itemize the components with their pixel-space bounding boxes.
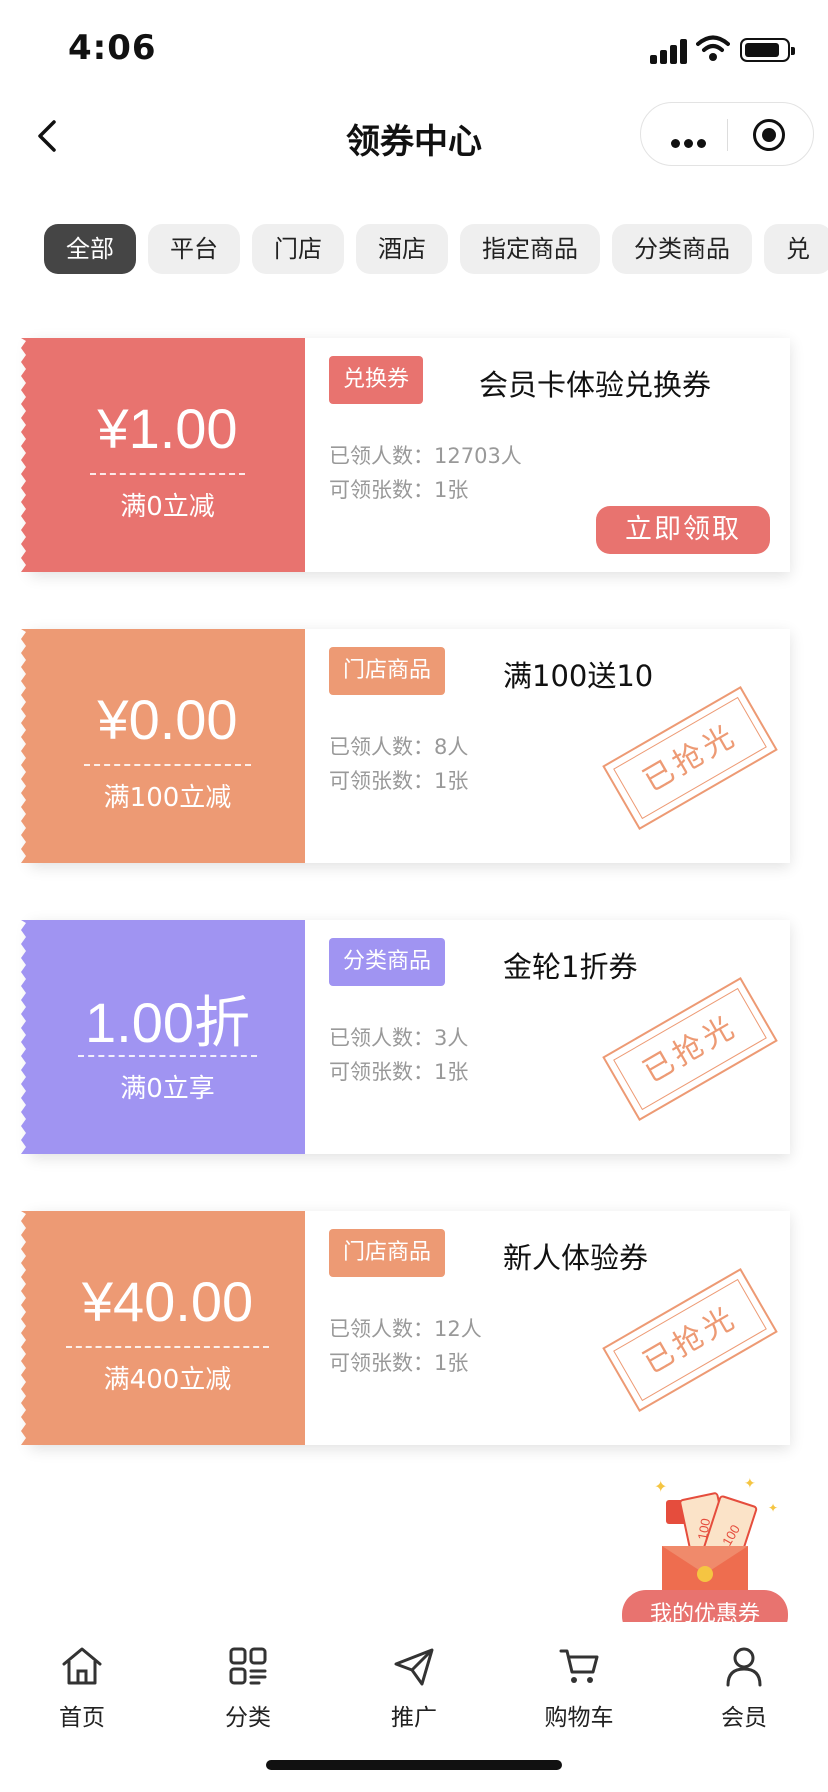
capsule-divider xyxy=(727,119,728,151)
tab-store[interactable]: 门店 xyxy=(252,224,344,274)
coupon-amount: ¥1.00 xyxy=(97,397,238,460)
coupon-info-panel: 分类商品 金轮1折券 已领人数：3人 可领张数：1张 已抢光 xyxy=(305,920,790,1154)
sold-out-stamp: 已抢光 xyxy=(602,976,778,1122)
home-icon xyxy=(62,1647,102,1685)
nav-label: 购物车 xyxy=(544,1705,614,1731)
coupon-amount: ¥40.00 xyxy=(81,1270,254,1333)
svg-text:✦: ✦ xyxy=(654,1477,667,1496)
nav-promote[interactable]: 推广 xyxy=(359,1644,469,1732)
coupon-name: 满100送10 xyxy=(503,659,654,693)
coupon-card: 1.00折 满0立享 分类商品 金轮1折券 已领人数：3人 可领张数：1张 已抢… xyxy=(21,920,790,1154)
red-envelope-icon: ✦ ✦ ✦ 100 100 xyxy=(654,1476,778,1598)
svg-text:✦: ✦ xyxy=(768,1501,778,1515)
nav-label: 首页 xyxy=(59,1705,105,1731)
claim-limit: 可领张数：1张 xyxy=(329,1060,469,1084)
cart-icon xyxy=(559,1649,599,1683)
nav-member[interactable]: 会员 xyxy=(689,1644,799,1732)
status-bar: 4:06 xyxy=(0,0,828,96)
coupon-value-panel: ¥1.00 满0立减 xyxy=(21,338,305,572)
home-indicator xyxy=(266,1760,562,1770)
paper-plane-icon xyxy=(394,1648,434,1686)
coupon-condition: 满0立减 xyxy=(120,492,215,522)
status-time: 4:06 xyxy=(68,28,157,68)
nav-label: 分类 xyxy=(225,1705,271,1731)
user-icon xyxy=(726,1647,762,1687)
coupon-condition: 满100立减 xyxy=(103,783,232,813)
my-coupons-fab[interactable]: ✦ ✦ ✦ 100 100 我的优惠券 xyxy=(620,1470,790,1640)
dashed-divider xyxy=(78,1055,257,1057)
tab-category-goods[interactable]: 分类商品 xyxy=(612,224,752,274)
coupon-info-panel: 兑换券 会员卡体验兑换券 已领人数：12703人 可领张数：1张 立即领取 xyxy=(305,338,790,572)
miniprogram-capsule xyxy=(640,102,814,166)
tab-all[interactable]: 全部 xyxy=(44,224,136,274)
coupon-condition: 满400立减 xyxy=(103,1365,232,1395)
coupon-amount: ¥0.00 xyxy=(97,688,238,751)
battery-icon xyxy=(740,38,795,62)
tab-exchange[interactable]: 兑 xyxy=(764,224,828,274)
nav-label: 会员 xyxy=(721,1705,767,1731)
coupon-card: ¥0.00 满100立减 门店商品 满100送10 已领人数：8人 可领张数：1… xyxy=(21,629,790,863)
category-icon xyxy=(229,1647,267,1685)
nav-home[interactable]: 首页 xyxy=(27,1644,137,1732)
coupon-info-panel: 门店商品 满100送10 已领人数：8人 可领张数：1张 已抢光 xyxy=(305,629,790,863)
signal-icon xyxy=(650,38,692,64)
coupon-value-panel: ¥40.00 满400立减 xyxy=(21,1211,305,1445)
tab-hotel[interactable]: 酒店 xyxy=(356,224,448,274)
nav-label: 推广 xyxy=(391,1705,437,1731)
coupon-card: ¥1.00 满0立减 兑换券 会员卡体验兑换券 已领人数：12703人 可领张数… xyxy=(21,338,790,572)
coupon-type-tag: 分类商品 xyxy=(329,938,446,986)
received-count: 已领人数：8人 xyxy=(329,735,469,759)
coupon-value-panel: ¥0.00 满100立减 xyxy=(21,629,305,863)
close-target-icon[interactable] xyxy=(753,119,785,151)
dashed-divider xyxy=(84,764,251,766)
dashed-divider xyxy=(66,1346,269,1348)
coupon-info-panel: 门店商品 新人体验券 已领人数：12人 可领张数：1张 已抢光 xyxy=(305,1211,790,1445)
wifi-icon xyxy=(696,35,730,61)
coupon-type-tag: 兑换券 xyxy=(329,356,424,404)
nav-cart[interactable]: 购物车 xyxy=(524,1644,634,1732)
nav-category[interactable]: 分类 xyxy=(193,1644,303,1732)
tab-specified-goods[interactable]: 指定商品 xyxy=(460,224,600,274)
received-count: 已领人数：12703人 xyxy=(329,444,522,468)
claim-limit: 可领张数：1张 xyxy=(329,1351,469,1375)
more-dots-icon[interactable] xyxy=(671,133,710,152)
received-count: 已领人数：12人 xyxy=(329,1317,482,1341)
sold-out-stamp: 已抢光 xyxy=(602,1267,778,1413)
claim-limit: 可领张数：1张 xyxy=(329,769,469,793)
tab-platform[interactable]: 平台 xyxy=(148,224,240,274)
coupon-card: ¥40.00 满400立减 门店商品 新人体验券 已领人数：12人 可领张数：1… xyxy=(21,1211,790,1445)
coupon-name: 新人体验券 xyxy=(503,1241,649,1275)
coupon-type-tag: 门店商品 xyxy=(329,647,446,695)
received-count: 已领人数：3人 xyxy=(329,1026,469,1050)
claim-limit: 可领张数：1张 xyxy=(329,478,469,502)
coupon-type-tag: 门店商品 xyxy=(329,1229,446,1277)
sold-out-stamp: 已抢光 xyxy=(602,685,778,831)
coupon-value-panel: 1.00折 满0立享 xyxy=(21,920,305,1154)
navigation-bar: 领券中心 xyxy=(0,96,828,176)
svg-text:✦: ✦ xyxy=(744,1476,756,1492)
coupon-amount: 1.00折 xyxy=(85,991,250,1054)
coupon-name: 金轮1折券 xyxy=(503,950,638,984)
dashed-divider xyxy=(90,473,245,475)
coupon-condition: 满0立享 xyxy=(120,1074,215,1104)
claim-now-button[interactable]: 立即领取 xyxy=(596,506,770,554)
coupon-name: 会员卡体验兑换券 xyxy=(479,368,712,402)
category-tabs: 全部 平台 门店 酒店 指定商品 分类商品兑 xyxy=(44,224,828,274)
